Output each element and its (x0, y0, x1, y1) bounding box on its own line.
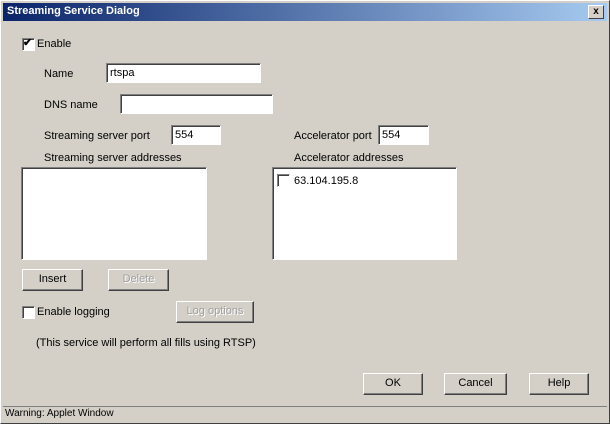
address-checkbox[interactable] (277, 174, 290, 187)
cancel-button[interactable]: Cancel (444, 373, 507, 395)
accelerator-port-input[interactable] (378, 125, 429, 145)
enable-label: Enable (37, 38, 72, 50)
streaming-addresses-list[interactable] (21, 167, 207, 260)
streaming-port-label: Streaming server port (44, 130, 150, 142)
accelerator-port-label: Accelerator port (294, 130, 372, 142)
ok-button[interactable]: OK (363, 373, 423, 395)
log-options-button[interactable]: Log options (176, 301, 254, 323)
streaming-addresses-label: Streaming server addresses (44, 152, 182, 164)
accelerator-addresses-list[interactable]: 63.104.195.8 (272, 167, 457, 260)
enable-logging-checkbox[interactable] (22, 306, 35, 319)
accelerator-addresses-label: Accelerator addresses (294, 152, 404, 164)
help-button[interactable]: Help (529, 373, 589, 395)
status-bar: Warning: Applet Window (3, 406, 607, 420)
name-label: Name (44, 68, 74, 80)
title-bar[interactable]: Streaming Service Dialog x (3, 3, 607, 21)
enable-logging-label: Enable logging (37, 306, 110, 318)
insert-button[interactable]: Insert (22, 269, 83, 291)
close-icon: x (593, 6, 599, 17)
checkmark-icon: ✔ (23, 37, 33, 49)
close-button[interactable]: x (588, 5, 604, 19)
accelerator-address-item[interactable]: 63.104.195.8 (294, 175, 358, 187)
dns-name-label: DNS name (44, 99, 98, 111)
enable-checkbox[interactable]: ✔ (22, 37, 35, 51)
name-input[interactable] (106, 63, 261, 83)
streaming-port-input[interactable] (171, 125, 221, 145)
streaming-service-dialog: Streaming Service Dialog x ✔ Enable Name… (0, 0, 610, 424)
delete-button[interactable]: Delete (108, 269, 169, 291)
service-note: (This service will perform all fills usi… (36, 337, 256, 349)
window-title: Streaming Service Dialog (7, 5, 140, 17)
dns-name-input[interactable] (120, 94, 273, 114)
